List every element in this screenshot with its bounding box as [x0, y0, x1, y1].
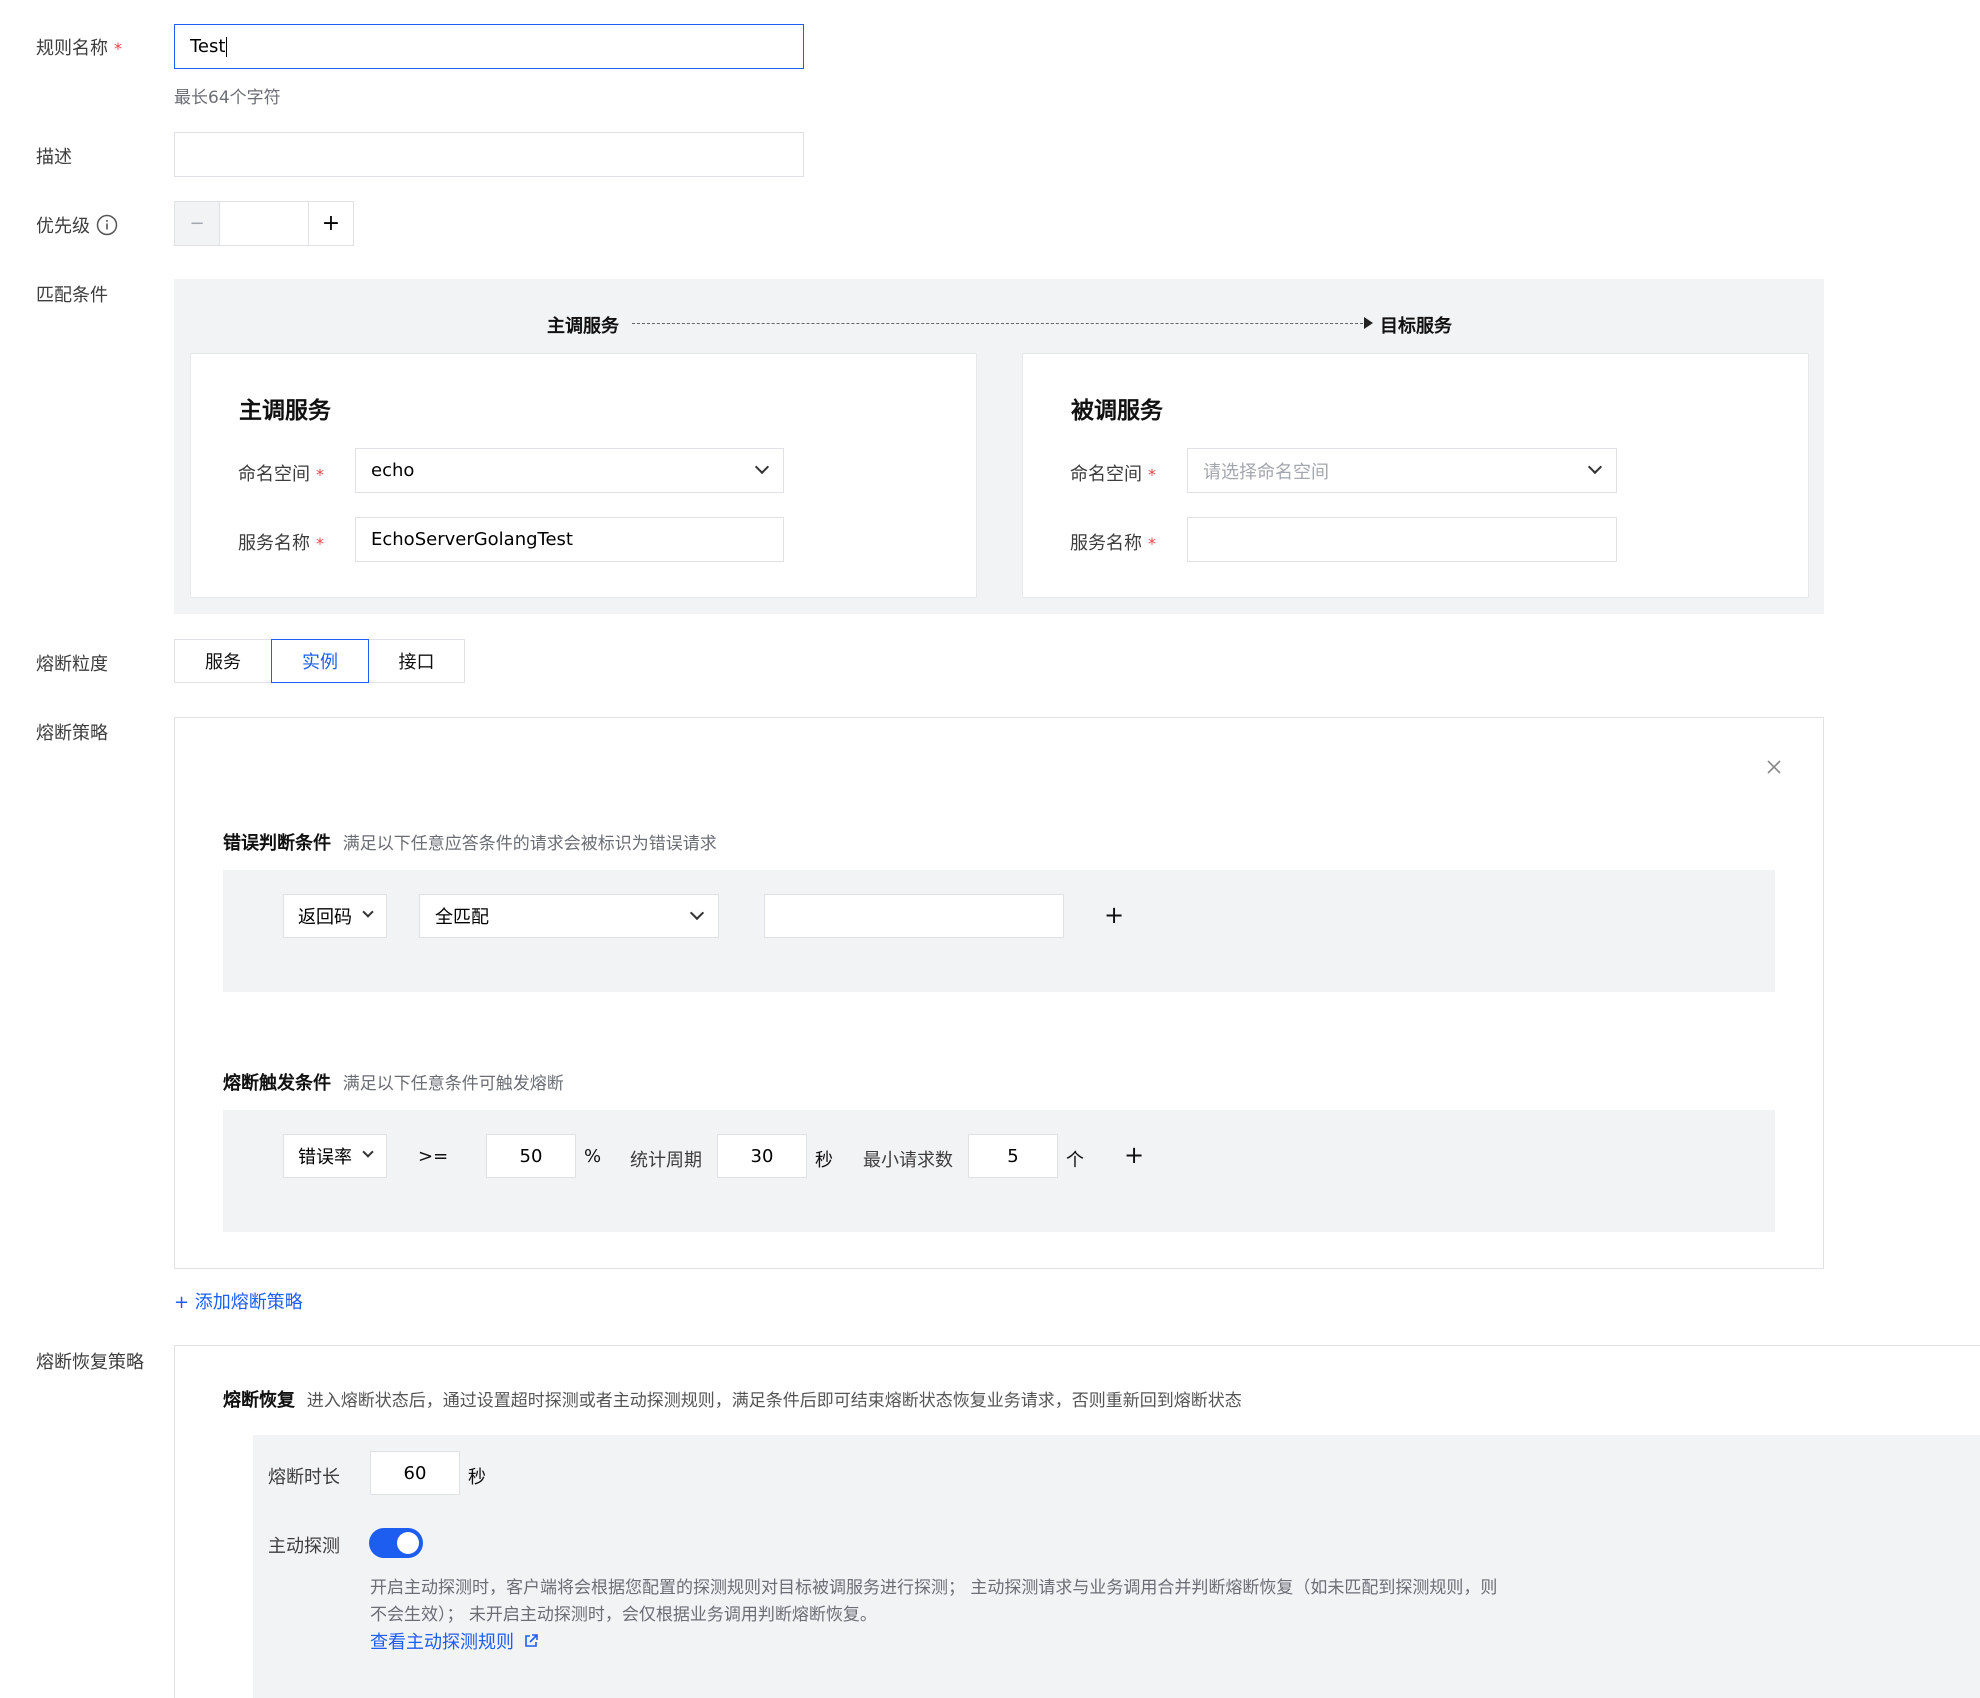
priority-decrement-button[interactable]: −: [174, 201, 220, 246]
description-label: 描述: [36, 147, 72, 168]
add-strategy-link[interactable]: + 添加熔断策略: [174, 1288, 303, 1314]
probe-toggle[interactable]: [369, 1528, 423, 1558]
granularity-option-instance[interactable]: 实例: [271, 639, 369, 683]
caller-service-input[interactable]: EchoServerGolangTest: [355, 517, 784, 562]
period-label: 统计周期: [630, 1150, 702, 1171]
external-link-icon: [525, 1634, 538, 1647]
recovery-heading: 熔断恢复 进入熔断状态后，通过设置超时探测或者主动探测规则，满足条件后即可结束熔…: [223, 1390, 1242, 1411]
description-input[interactable]: [174, 132, 804, 177]
chevron-down-icon: [754, 459, 770, 475]
callee-service-label: 服务名称 *: [1070, 533, 1156, 554]
callee-card-title: 被调服务: [1071, 398, 1163, 424]
trigger-type-select[interactable]: 错误率: [283, 1134, 387, 1178]
flow-to-label: 目标服务: [1380, 316, 1452, 337]
error-type-select[interactable]: 返回码: [283, 894, 387, 938]
recovery-panel: [253, 1435, 1980, 1698]
caller-card-title: 主调服务: [239, 398, 331, 424]
probe-rules-link[interactable]: 查看主动探测规则: [370, 1628, 539, 1654]
granularity-option-service[interactable]: 服务: [174, 639, 272, 683]
trigger-condition-heading: 熔断触发条件 满足以下任意条件可触发熔断: [223, 1073, 564, 1094]
error-condition-heading: 错误判断条件 满足以下任意应答条件的请求会被标识为错误请求: [223, 833, 717, 854]
rule-name-hint: 最长64个字符: [174, 88, 281, 108]
recovery-label: 熔断恢复策略: [36, 1352, 144, 1373]
min-requests-label: 最小请求数: [863, 1150, 953, 1171]
add-trigger-condition-button[interactable]: +: [1124, 1143, 1144, 1167]
add-error-condition-button[interactable]: +: [1104, 903, 1124, 927]
chevron-down-icon: [362, 906, 374, 918]
callee-service-input[interactable]: [1187, 517, 1617, 562]
min-requests-unit: 个: [1066, 1150, 1084, 1171]
flow-arrow-line: [632, 323, 1368, 324]
rule-name-label: 规则名称 *: [36, 38, 122, 59]
granularity-option-interface[interactable]: 接口: [368, 639, 465, 683]
caller-namespace-select[interactable]: echo: [355, 448, 784, 493]
close-icon[interactable]: [1765, 758, 1783, 776]
duration-input[interactable]: 60: [370, 1451, 460, 1495]
error-value-input[interactable]: [764, 894, 1064, 938]
chevron-down-icon: [1587, 459, 1603, 475]
probe-description-line1: 开启主动探测时，客户端将会根据您配置的探测规则对目标被调服务进行探测； 主动探测…: [370, 1578, 1498, 1598]
probe-label: 主动探测: [268, 1536, 340, 1557]
priority-increment-button[interactable]: +: [308, 201, 354, 246]
caller-service-label: 服务名称 *: [238, 533, 324, 554]
priority-input[interactable]: [219, 201, 309, 246]
duration-label: 熔断时长: [268, 1467, 340, 1488]
threshold-input[interactable]: 50: [486, 1134, 576, 1178]
callee-namespace-label: 命名空间 *: [1070, 464, 1156, 485]
period-input[interactable]: 30: [717, 1134, 807, 1178]
min-requests-input[interactable]: 5: [968, 1134, 1058, 1178]
probe-description-line2: 不会生效）； 未开启主动探测时，会仅根据业务调用判断熔断恢复。: [370, 1605, 877, 1625]
priority-label: 优先级: [36, 212, 118, 238]
duration-unit: 秒: [468, 1467, 486, 1488]
chevron-down-icon: [362, 1146, 374, 1158]
match-mode-select[interactable]: 全匹配: [419, 894, 719, 938]
percent-unit: %: [584, 1146, 602, 1167]
info-icon[interactable]: [96, 214, 118, 236]
arrow-right-icon: [1364, 317, 1373, 329]
chevron-down-icon: [689, 905, 705, 921]
match-condition-label: 匹配条件: [36, 285, 108, 306]
callee-namespace-select[interactable]: 请选择命名空间: [1187, 448, 1617, 493]
operator-label: >=: [418, 1146, 449, 1167]
granularity-label: 熔断粒度: [36, 654, 108, 675]
rule-name-input[interactable]: Test: [174, 24, 804, 69]
period-unit: 秒: [815, 1150, 833, 1171]
flow-from-label: 主调服务: [547, 316, 619, 337]
caller-namespace-label: 命名空间 *: [238, 464, 324, 485]
strategy-label: 熔断策略: [36, 723, 108, 744]
